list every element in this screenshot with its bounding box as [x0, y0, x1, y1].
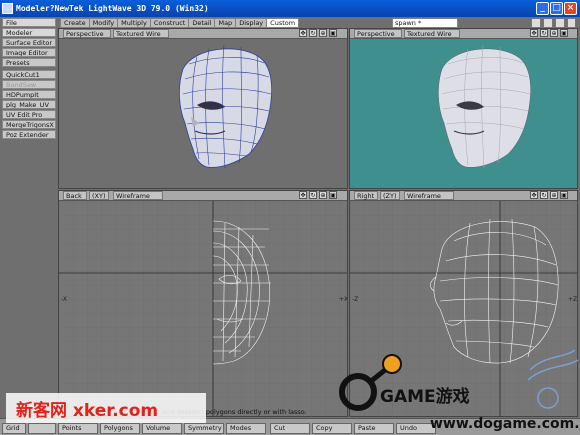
maximize-viewport-icon[interactable]: ▣ — [560, 29, 568, 37]
layer-visibility-toggle[interactable] — [567, 18, 576, 28]
render-mode-select[interactable]: Wireframe — [113, 191, 163, 200]
viewport-header: Back (XY) Wireframe ✥ ↻ ⊕ ▣ — [59, 191, 347, 201]
viewport-top-right[interactable]: Perspective Textured Wire ✥ ↻ ⊕ ▣ — [349, 28, 578, 189]
grid-size-field[interactable] — [28, 423, 56, 434]
watermark-xker: 新客网 xker.com — [6, 393, 206, 423]
title-bar: Modeler?NewTek LightWave 3D 79.0 (Win32)… — [0, 0, 580, 17]
tab-create[interactable]: Create — [60, 18, 90, 28]
plugin-hdpumpit-button[interactable]: HDPumpIt — [2, 90, 56, 99]
modes-button[interactable]: Modes — [226, 423, 266, 434]
zoom-icon[interactable]: ⊕ — [319, 29, 327, 37]
viewport-bottom-left[interactable]: Back (XY) Wireframe ✥ ↻ ⊕ ▣ -X +X — [58, 190, 348, 417]
plugin-poz-extender-button[interactable]: Poz Extender — [2, 130, 56, 139]
view-type-select[interactable]: Right — [354, 191, 378, 200]
watermark-xker-text: 新客网 xker.com — [16, 401, 159, 421]
watermark-dogame: GAME游戏 www.dogame.com.cn — [330, 349, 580, 435]
plugin-quickcut-button[interactable]: QuickCut1 — [2, 70, 56, 79]
maximize-viewport-icon[interactable]: ▣ — [329, 29, 337, 37]
render-mode-select[interactable]: Wireframe — [404, 191, 454, 200]
polygons-mode-button[interactable]: Polygons — [100, 423, 140, 434]
points-mode-button[interactable]: Points — [58, 423, 98, 434]
axis-select[interactable]: (ZY) — [380, 191, 400, 200]
close-button[interactable]: × — [564, 2, 577, 15]
tab-modify[interactable]: Modify — [88, 18, 119, 28]
tab-construct[interactable]: Construct — [149, 18, 190, 28]
layer-lock-toggle[interactable] — [555, 18, 565, 28]
layer-select[interactable]: spawn * — [392, 18, 458, 28]
maximize-viewport-icon[interactable]: ▣ — [329, 191, 337, 199]
head-perspective-render — [438, 44, 531, 169]
viewport-canvas[interactable] — [59, 39, 347, 188]
view-type-select[interactable]: Perspective — [354, 29, 402, 38]
viewport-header: Right (ZY) Wireframe ✥ ↻ ⊕ ▣ — [350, 191, 577, 201]
pan-icon[interactable]: ✥ — [530, 29, 538, 37]
maximize-viewport-icon[interactable]: ▣ — [560, 191, 568, 199]
axis-select[interactable]: (XY) — [89, 191, 109, 200]
presets-button[interactable]: Presets — [2, 58, 56, 67]
rotate-icon[interactable]: ↻ — [540, 29, 548, 37]
minimize-button[interactable]: _ — [536, 2, 549, 15]
viewport-canvas[interactable]: -X +X — [59, 201, 347, 417]
render-mode-select[interactable]: Textured Wire — [113, 29, 169, 38]
surface-editor-button[interactable]: Surface Editor — [2, 38, 56, 47]
svg-text:+Z: +Z — [568, 296, 577, 303]
layer-fg-toggle[interactable] — [531, 18, 541, 28]
view-type-select[interactable]: Back — [63, 191, 87, 200]
watermark-brand-text: GAME游戏 — [380, 386, 470, 407]
maximize-button[interactable]: □ — [550, 2, 563, 15]
view-type-select[interactable]: Perspective — [63, 29, 111, 38]
layer-bg-toggle[interactable] — [543, 18, 553, 28]
grid-button[interactable]: Grid — [2, 423, 26, 434]
rotate-icon[interactable]: ↻ — [540, 191, 548, 199]
symmetry-button[interactable]: Symmetry — [184, 423, 224, 434]
svg-text:-X: -X — [61, 296, 67, 303]
rotate-icon[interactable]: ↻ — [309, 29, 317, 37]
plugin-mergetrigons-button[interactable]: MergeTrigonsX — [2, 120, 56, 129]
left-menu: File Modeler Surface Editor Image Editor… — [2, 18, 56, 140]
pan-icon[interactable]: ✥ — [299, 191, 307, 199]
cut-button[interactable]: Cut — [270, 423, 310, 434]
volume-mode-button[interactable]: Volume — [142, 423, 182, 434]
tab-map[interactable]: Map — [214, 18, 237, 28]
viewport-top-left[interactable]: Perspective Textured Wire ✥ ↻ ⊕ ▣ — [58, 28, 348, 189]
zoom-icon[interactable]: ⊕ — [550, 29, 558, 37]
tab-detail[interactable]: Detail — [188, 18, 216, 28]
app-icon — [2, 3, 13, 14]
tab-custom[interactable]: Custom — [266, 18, 300, 28]
viewport-header: Perspective Textured Wire ✥ ↻ ⊕ ▣ — [350, 29, 577, 39]
tab-bar: Create Modify Multiply Construct Detail Map Di… — [60, 18, 300, 28]
dogame-logo-icon: GAME游戏 www.dogame.com.cn — [339, 349, 580, 432]
render-mode-select[interactable]: Textured Wire — [404, 29, 460, 38]
window-title: Modeler?NewTek LightWave 3D 79.0 (Win32) — [16, 4, 209, 13]
viewport-header: Perspective Textured Wire ✥ ↻ ⊕ ▣ — [59, 29, 347, 39]
tab-display[interactable]: Display — [235, 18, 268, 28]
zoom-icon[interactable]: ⊕ — [550, 191, 558, 199]
pan-icon[interactable]: ✥ — [299, 29, 307, 37]
head-back-wireframe: -X +X — [59, 201, 347, 417]
svg-text:-Z: -Z — [352, 296, 358, 303]
zoom-icon[interactable]: ⊕ — [319, 191, 327, 199]
modeler-menu[interactable]: Modeler — [2, 28, 56, 37]
plugin-uv-edit-pro-button[interactable]: UV Edit Pro — [2, 110, 56, 119]
rotate-icon[interactable]: ↻ — [309, 191, 317, 199]
watermark-url-text: www.dogame.com.cn — [430, 416, 580, 432]
image-editor-button[interactable]: Image Editor — [2, 48, 56, 57]
file-menu[interactable]: File — [2, 18, 56, 27]
tab-multiply[interactable]: Multiply — [117, 18, 151, 28]
plugin-bandsaw-button[interactable]: BandSaw — [2, 80, 56, 89]
pan-icon[interactable]: ✥ — [530, 191, 538, 199]
head-perspective-render — [179, 44, 273, 169]
plugin-make-uv-button[interactable]: plg_Make_UV_ — [2, 100, 56, 109]
svg-text:+X: +X — [339, 296, 347, 303]
viewport-canvas[interactable] — [350, 39, 577, 188]
